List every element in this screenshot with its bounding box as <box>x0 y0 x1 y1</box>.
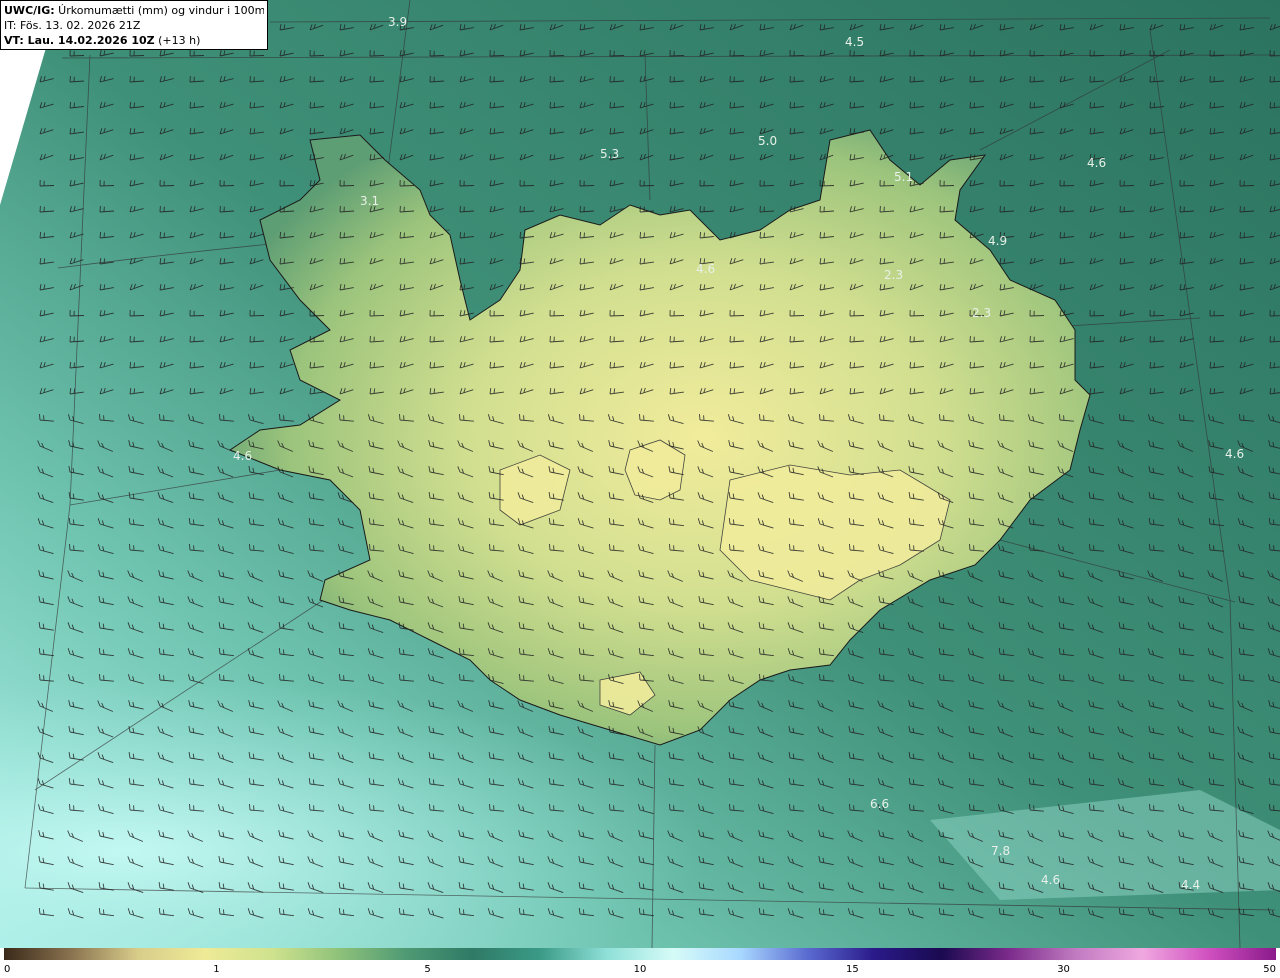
colorbar-tick-label: 1 <box>213 964 220 975</box>
map-label: 5.1 <box>894 170 913 184</box>
map-label: 2.3 <box>972 306 991 320</box>
map-label: 5.0 <box>758 134 777 148</box>
map-label: 4.6 <box>696 262 715 276</box>
colorbar-tick-label: 0 <box>4 964 11 975</box>
map-label: 5.3 <box>600 147 619 161</box>
map-label: 7.8 <box>991 844 1010 858</box>
map-label: 4.9 <box>988 234 1007 248</box>
precipitation-wind-map: 3.9 4.5 5.3 5.0 5.1 4.6 3.1 4.9 4.6 2.3 … <box>0 0 1280 948</box>
map-info-box: UWC/IG: Úrkomumætti (mm) og vindur i 100… <box>0 0 268 50</box>
map-label: 2.3 <box>884 268 903 282</box>
init-time: IT: Fös. 13. 02. 2026 21Z <box>4 19 141 32</box>
map-label: 4.5 <box>845 35 864 49</box>
colorbar-legend: 0 1 5 10 15 30 50 <box>0 948 1280 978</box>
map-label: 4.4 <box>1181 878 1200 892</box>
colorbar-tick-label: 30 <box>1057 964 1070 975</box>
map-label: 4.6 <box>1087 156 1106 170</box>
map-label: 4.6 <box>233 449 252 463</box>
colorbar-tick-label: 15 <box>846 964 859 975</box>
map-label: 3.9 <box>388 15 407 29</box>
valid-time: VT: Lau. 14.02.2026 10Z (+13 h) <box>4 34 201 47</box>
colorbar-tick-label: 50 <box>1263 964 1276 975</box>
colorbar-tick-label: 5 <box>424 964 431 975</box>
map-label: 4.6 <box>1225 447 1244 461</box>
title-line: UWC/IG: Úrkomumætti (mm) og vindur i 100… <box>4 4 264 17</box>
colorbar-tick-label: 10 <box>633 964 647 975</box>
map-label: 4.6 <box>1041 873 1060 887</box>
map-label: 3.1 <box>360 194 379 208</box>
colorbar-strip <box>4 948 1276 960</box>
map-label: 6.6 <box>870 797 889 811</box>
